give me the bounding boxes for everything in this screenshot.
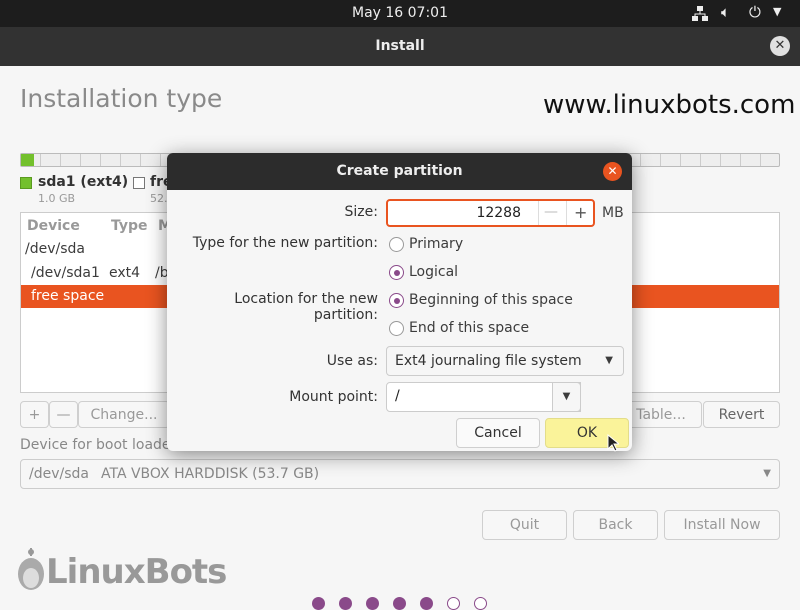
mouse-cursor-icon (607, 434, 619, 452)
cell-device: free space (31, 288, 105, 304)
chevron-down-icon: ▼ (763, 468, 771, 479)
col-device[interactable]: Device (27, 218, 80, 234)
location-label: Location for the new partition: (234, 291, 378, 323)
legend-sda1: sda1 (ext4) (38, 174, 129, 190)
beginning-option[interactable]: Beginning of this space (409, 292, 573, 308)
legend-sda1-size: 1.0 GB (38, 192, 76, 205)
change-partition-button[interactable]: Change... (78, 401, 170, 428)
revert-button[interactable]: Revert (703, 401, 780, 428)
window-title: Install (0, 27, 800, 66)
cell-device: /dev/sda1 (31, 265, 100, 281)
penguin-logo-icon (16, 548, 46, 592)
end-option[interactable]: End of this space (409, 320, 529, 336)
logical-option[interactable]: Logical (409, 264, 458, 280)
quit-button[interactable]: Quit (482, 510, 567, 540)
volume-icon[interactable]: 🔈︎ (721, 3, 730, 21)
create-partition-dialog: Create partition ✕ Size: 12288 — + MB Ty… (167, 153, 632, 451)
logical-radio[interactable] (389, 265, 404, 280)
dialog-title: Create partition (167, 153, 632, 190)
legend-swatch-sda1 (20, 177, 32, 189)
network-icon[interactable] (692, 6, 708, 21)
watermark: www.linuxbots.com (543, 90, 796, 120)
power-icon[interactable]: ⏻ (749, 3, 761, 21)
bootloader-description: ATA VBOX HARDDISK (53.7 GB) (101, 466, 320, 482)
beginning-radio[interactable] (389, 293, 404, 308)
col-type[interactable]: Type (111, 218, 148, 234)
back-button[interactable]: Back (573, 510, 658, 540)
dialog-close-button[interactable]: ✕ (603, 162, 622, 181)
type-label: Type for the new partition: (192, 235, 378, 251)
end-radio[interactable] (389, 321, 404, 336)
used-segment (21, 154, 34, 166)
window-close-button[interactable]: ✕ (770, 36, 790, 56)
useas-select[interactable]: Ext4 journaling file system ▼ (386, 346, 624, 376)
chevron-down-icon: ▼ (562, 391, 571, 402)
new-partition-table-button[interactable]: Table... (620, 401, 702, 428)
cancel-button[interactable]: Cancel (456, 418, 540, 448)
page-title: Installation type (20, 84, 223, 113)
install-now-button[interactable]: Install Now (664, 510, 780, 540)
bootloader-select[interactable]: /dev/sda ATA VBOX HARDDISK (53.7 GB) ▼ (20, 459, 780, 489)
size-label: Size: (344, 204, 378, 220)
add-partition-button[interactable]: + (20, 401, 49, 428)
clock[interactable]: May 16 07:01 (0, 5, 800, 21)
primary-option[interactable]: Primary (409, 236, 463, 252)
linuxbots-logo: LinuxBots (46, 552, 227, 592)
chevron-down-icon[interactable]: ▼ (773, 5, 781, 18)
legend-swatch-free (133, 177, 145, 189)
useas-label: Use as: (326, 353, 378, 369)
size-input[interactable]: 12288 (476, 205, 521, 221)
remove-partition-button[interactable]: — (49, 401, 78, 428)
size-unit: MB (602, 205, 624, 221)
decrement-button[interactable]: — (544, 204, 558, 220)
mount-label: Mount point: (289, 389, 378, 405)
size-spinbox[interactable]: 12288 — + (386, 199, 595, 227)
primary-radio[interactable] (389, 237, 404, 252)
legend-free-size: 52. (150, 192, 168, 205)
bootloader-device: /dev/sda (29, 466, 89, 482)
bootloader-label: Device for boot loade (20, 437, 171, 453)
cell-device: /dev/sda (25, 241, 85, 257)
mount-dropdown-button[interactable]: ▼ (552, 382, 581, 412)
cell-type: ext4 (109, 265, 141, 281)
mount-value: / (395, 388, 400, 404)
chevron-down-icon: ▼ (605, 355, 613, 366)
useas-value: Ext4 journaling file system (395, 353, 582, 369)
increment-button[interactable]: + (574, 203, 587, 222)
top-bar: May 16 07:01 🔈︎ ⏻ ▼ (0, 0, 800, 27)
